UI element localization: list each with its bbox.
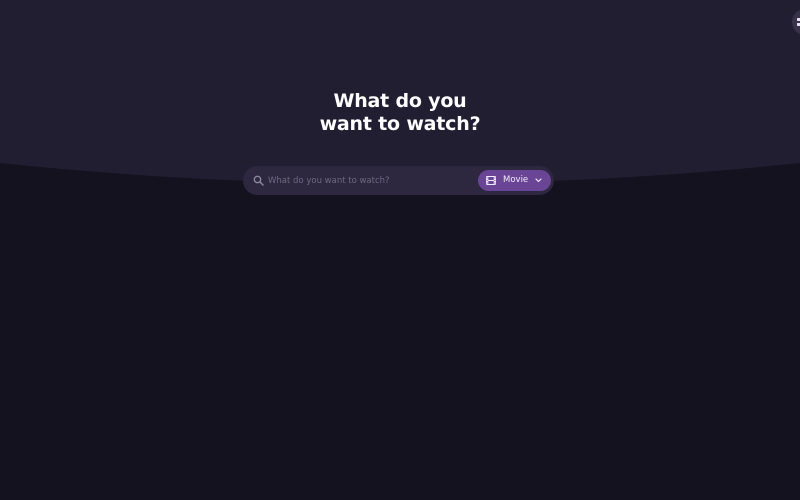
app-page: What do you want to watch? Movie <box>0 0 800 500</box>
media-type-label: Movie <box>503 175 529 185</box>
hero-title: What do you want to watch? <box>0 90 800 136</box>
search-input[interactable] <box>268 171 468 190</box>
media-type-dropdown[interactable]: Movie <box>478 170 551 191</box>
hero-title-line-2: want to watch? <box>319 113 481 135</box>
film-icon <box>486 176 496 185</box>
search-bar: Movie <box>243 166 554 195</box>
hero-title-line-1: What do you <box>333 90 467 112</box>
chevron-down-icon <box>535 178 542 183</box>
search-icon <box>253 175 264 186</box>
